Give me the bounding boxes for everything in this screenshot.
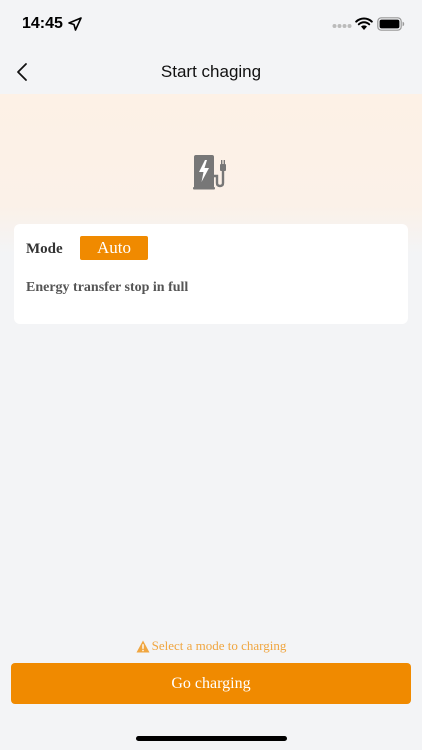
mode-card: Mode Auto Energy transfer stop in full (14, 224, 408, 324)
mode-hint: Select a mode to charging (0, 638, 422, 654)
nav-bar: Start chaging (0, 50, 422, 94)
screen: 14:45 Start chaging Mode Auto Energy tra… (0, 0, 422, 750)
mode-description: Energy transfer stop in full (26, 280, 189, 295)
home-indicator (136, 736, 287, 741)
page-title: Start chaging (160, 62, 262, 81)
go-charging-button[interactable]: Go charging (11, 663, 411, 704)
status-time: 14:45 (22, 15, 63, 32)
ev-charger-icon (193, 155, 226, 190)
mode-auto-badge[interactable]: Auto (80, 236, 148, 260)
status-bar: 14:45 (0, 0, 422, 50)
signal-icon (332, 24, 352, 28)
warning-icon (136, 640, 150, 652)
battery-icon (377, 17, 405, 31)
location-arrow-icon (68, 17, 82, 31)
mode-label: Mode (26, 241, 63, 257)
hint-text: Select a mode to charging (151, 638, 287, 653)
wifi-icon (355, 17, 373, 30)
